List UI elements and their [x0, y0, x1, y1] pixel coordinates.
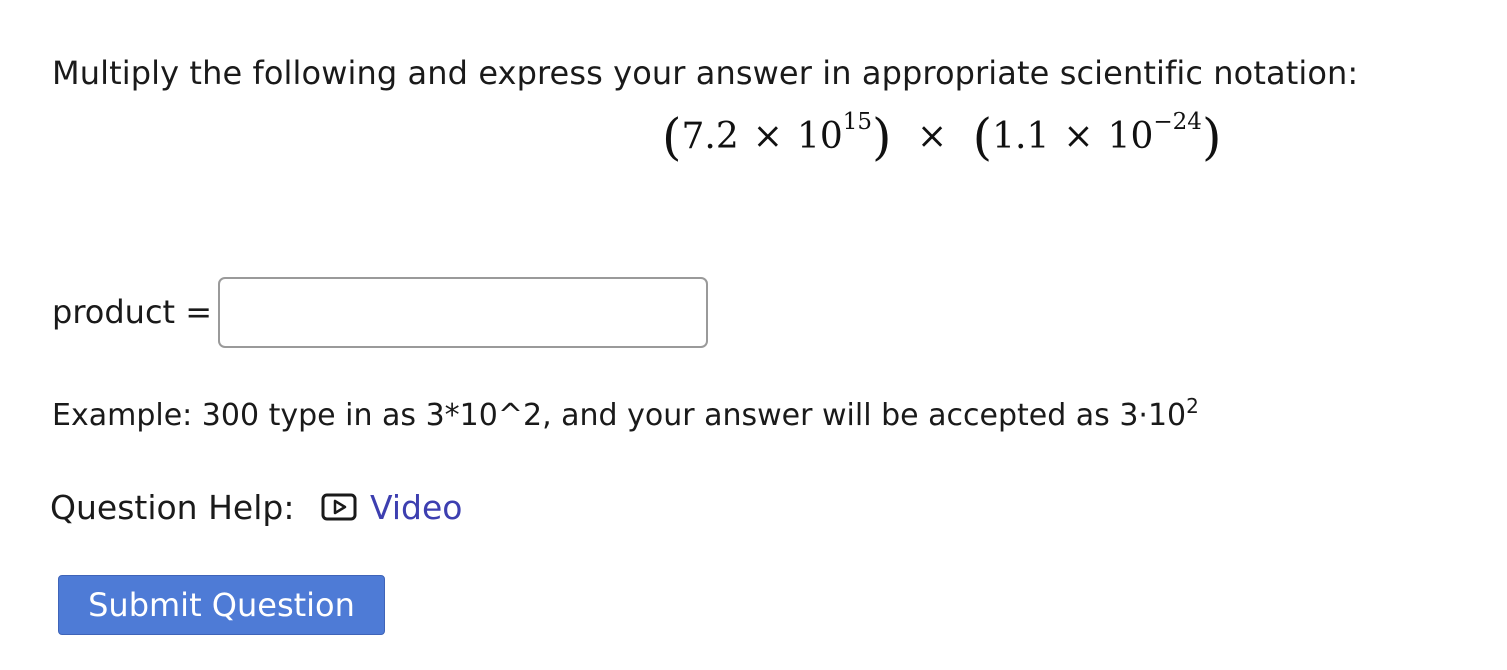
- question-help-label: Question Help:: [50, 488, 295, 527]
- example-exponent: 2: [1186, 394, 1199, 418]
- open-paren-2: (: [972, 108, 993, 166]
- times-symbol-1: ×: [752, 116, 783, 157]
- exponent-2: −24: [1153, 109, 1202, 135]
- open-paren-1: (: [662, 108, 682, 166]
- video-link-label: Video: [370, 488, 463, 527]
- question-prompt: Multiply the following and express your …: [52, 54, 1359, 92]
- math-expression: (7.2 × 1015) × (1.1 × 10−24): [662, 108, 1221, 166]
- exponent-1: 15: [842, 109, 873, 135]
- base-2: 10: [1107, 116, 1154, 157]
- example-text: Example: 300 type in as 3*10^2, and your…: [52, 398, 1187, 433]
- submit-question-button[interactable]: Submit Question: [58, 575, 385, 635]
- product-input[interactable]: [218, 277, 708, 348]
- times-symbol-2: ×: [1063, 116, 1094, 157]
- coefficient-2: 1.1: [992, 116, 1050, 157]
- example-hint: Example: 300 type in as 3*10^2, and your…: [52, 396, 1199, 433]
- coefficient-1: 7.2: [681, 116, 739, 157]
- base-1: 10: [796, 116, 843, 157]
- close-paren-2: ): [1201, 108, 1222, 166]
- video-link[interactable]: Video: [320, 488, 462, 527]
- play-video-icon: [320, 490, 360, 526]
- times-symbol-main: ×: [917, 116, 948, 157]
- product-label: product =: [52, 293, 213, 331]
- close-paren-1: ): [872, 108, 892, 166]
